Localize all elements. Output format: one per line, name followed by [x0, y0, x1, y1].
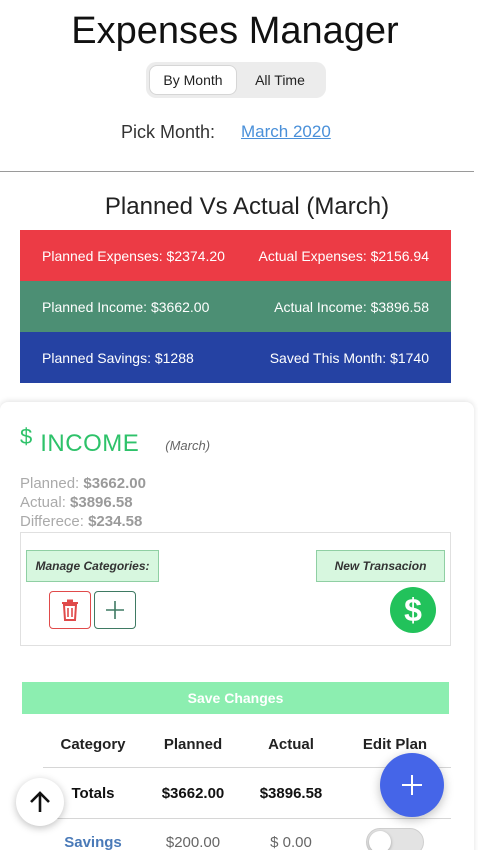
add-category-button[interactable] — [94, 591, 136, 629]
manage-categories-label: Manage Categories: — [26, 550, 159, 582]
trash-icon — [62, 599, 78, 621]
edit-plan-toggle[interactable] — [366, 828, 424, 850]
saved-this-month: Saved This Month: $1740 — [269, 349, 429, 366]
actions-box: Manage Categories: New Transacion $ — [20, 532, 451, 646]
col-category: Category — [60, 736, 126, 753]
month-picker-link[interactable]: March 2020 — [241, 122, 331, 142]
actual-value: $3896.58 — [70, 494, 133, 511]
col-planned: Planned — [163, 736, 223, 753]
new-transaction-label: New Transacion — [316, 550, 445, 582]
actual-line: Actual: $3896.58 — [20, 494, 133, 511]
divider — [0, 171, 474, 172]
actual-income: Actual Income: $3896.58 — [274, 298, 429, 315]
difference-value: $234.58 — [88, 513, 143, 530]
category-link[interactable]: Savings — [43, 834, 143, 850]
col-actual: Actual — [268, 736, 314, 753]
income-month: (March) — [165, 438, 211, 453]
planned-vs-actual-title: Planned Vs Actual (March) — [104, 193, 390, 220]
planned-expenses: Planned Expenses: $2374.20 — [42, 247, 225, 264]
income-title: INCOME — [40, 430, 140, 457]
dollar-icon: $ — [20, 424, 33, 449]
row-planned: $200.00 — [165, 833, 221, 850]
add-fab-button[interactable] — [380, 753, 444, 817]
row-actual: $ 0.00 — [270, 833, 312, 850]
save-changes-button[interactable]: Save Changes — [22, 682, 449, 714]
by-month-button[interactable]: By Month — [149, 65, 237, 95]
dollar-sign-icon: $ — [404, 591, 422, 628]
income-summary-row: Planned Income: $3662.00 Actual Income: … — [20, 281, 451, 332]
app-title: Expenses Manager — [71, 10, 399, 52]
income-summary: Planned: $3662.00 Actual: $3896.58 Diffe… — [20, 474, 146, 531]
expenses-summary-row: Planned Expenses: $2374.20 Actual Expens… — [20, 230, 451, 281]
planned-income: Planned Income: $3662.00 — [42, 298, 210, 315]
plus-icon — [402, 775, 422, 795]
view-toggle: By Month All Time — [146, 62, 326, 98]
plus-icon — [106, 601, 124, 619]
delete-category-button[interactable] — [49, 591, 91, 629]
actual-expenses: Actual Expenses: $2156.94 — [258, 247, 429, 264]
col-edit-plan: Edit Plan — [362, 736, 428, 753]
totals-actual: $3896.58 — [259, 784, 323, 802]
savings-summary-row: Planned Savings: $1288 Saved This Month:… — [20, 332, 451, 383]
pick-month-label: Pick Month: — [121, 122, 216, 142]
difference-line: Differece: $234.58 — [20, 513, 143, 530]
scroll-to-top-button[interactable] — [16, 778, 64, 826]
table-row: Savings $200.00 $ 0.00 — [43, 819, 451, 850]
planned-line: Planned: $3662.00 — [20, 475, 146, 492]
totals-planned: $3662.00 — [161, 784, 225, 802]
new-transaction-button[interactable]: $ — [390, 587, 436, 633]
arrow-up-icon — [30, 791, 50, 812]
income-header: $ INCOME (March) — [20, 424, 210, 458]
planned-value: $3662.00 — [83, 475, 146, 492]
all-time-button[interactable]: All Time — [237, 65, 323, 95]
planned-savings: Planned Savings: $1288 — [42, 349, 194, 366]
